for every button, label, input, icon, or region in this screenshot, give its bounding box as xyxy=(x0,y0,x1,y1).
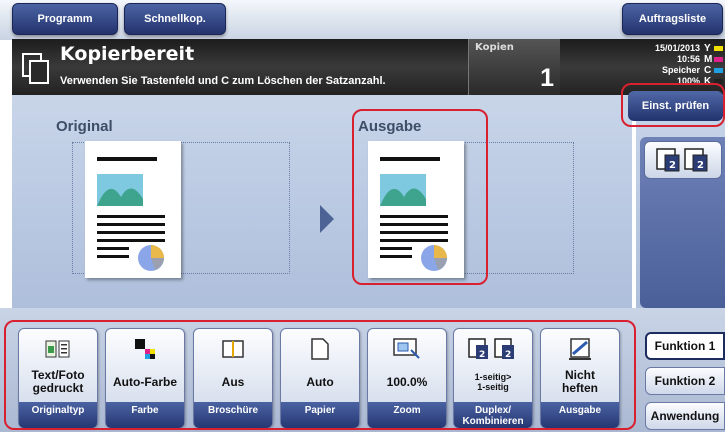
toner-yellow: Y xyxy=(704,43,725,54)
svg-text:2: 2 xyxy=(697,160,704,171)
output-highlight xyxy=(352,109,488,285)
function-bar-highlight xyxy=(4,320,636,430)
memory-label: Speicher xyxy=(661,65,700,75)
duplex-pages-icon: 2 2 xyxy=(656,148,708,172)
device-status: 15/01/2013 10:56 Speicher 100% xyxy=(612,43,700,87)
job-list-button[interactable]: Auftragsliste xyxy=(622,3,723,35)
svg-text:2: 2 xyxy=(669,160,676,171)
quick-copy-button[interactable]: Schnellkop. xyxy=(124,3,226,35)
tab-function-2[interactable]: Funktion 2 xyxy=(645,367,725,395)
time: 10:56 xyxy=(676,54,700,64)
copies-label: Kopien xyxy=(475,42,514,53)
toner-levels: Y M C K xyxy=(704,43,725,87)
arrow-right-icon xyxy=(320,205,334,233)
tab-application[interactable]: Anwendung xyxy=(645,402,725,430)
copies-counter: Kopien 1 xyxy=(468,39,560,95)
date: 15/01/2013 xyxy=(654,43,700,53)
original-label: Original xyxy=(56,118,113,135)
duplex-quick-button[interactable]: 2 2 xyxy=(644,141,722,179)
preview-area: Original Ausgabe xyxy=(12,95,632,308)
toner-cyan: C xyxy=(704,65,725,76)
status-header: Kopierbereit Verwenden Sie Tastenfeld un… xyxy=(12,39,725,95)
tab-function-1[interactable]: Funktion 1 xyxy=(645,332,725,360)
toner-magenta: M xyxy=(704,54,725,65)
copies-value: 1 xyxy=(540,64,554,92)
top-bar: Programm Schnellkop. Auftragsliste xyxy=(0,0,725,40)
page-thumbnail-icon xyxy=(97,157,165,271)
program-button[interactable]: Programm xyxy=(12,3,118,35)
copy-document-icon xyxy=(22,53,49,84)
status-message: Verwenden Sie Tastenfeld und C zum Lösch… xyxy=(60,75,386,87)
original-page-preview xyxy=(85,141,181,278)
page-title: Kopierbereit xyxy=(60,43,195,65)
check-settings-highlight xyxy=(621,83,725,127)
